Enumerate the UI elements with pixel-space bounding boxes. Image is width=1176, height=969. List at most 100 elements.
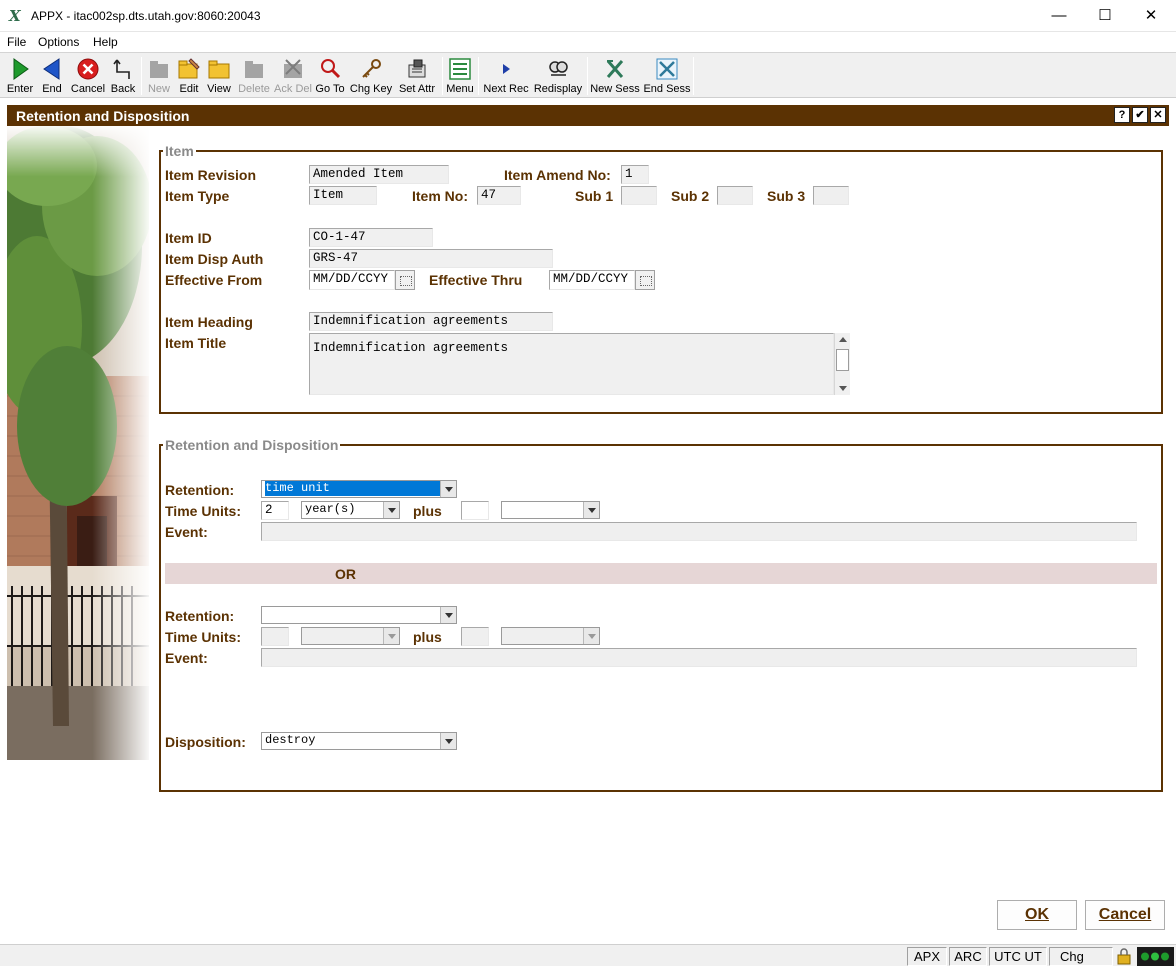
item-amend-no-field[interactable]: 1 [621, 165, 649, 184]
scroll-up-icon[interactable] [835, 333, 850, 347]
menu-help[interactable]: Help [93, 35, 118, 49]
chevron-down-icon[interactable] [440, 481, 456, 497]
change-key-icon [362, 59, 381, 78]
ok-button[interactable]: OK [997, 900, 1077, 930]
cancel-dialog-button[interactable]: Cancel [1085, 900, 1165, 930]
time-units-label-2: Time Units: [165, 629, 241, 645]
retention-select-2[interactable] [261, 606, 457, 624]
effective-from-label: Effective From [165, 272, 263, 288]
effective-thru-label: Effective Thru [429, 272, 523, 288]
goto-button[interactable]: Go To [314, 55, 346, 97]
plus-type-select-1[interactable] [501, 501, 600, 519]
item-heading-field[interactable]: Indemnification agreements [309, 312, 553, 331]
redisplay-icon [549, 61, 568, 76]
goto-magnifier-icon [321, 59, 341, 79]
retention-disposition-legend: Retention and Disposition [163, 437, 341, 453]
item-no-label: Item No: [412, 188, 468, 204]
next-record-button[interactable]: Next Rec [482, 55, 530, 97]
chevron-down-icon[interactable] [583, 502, 599, 518]
end-button[interactable]: End [38, 55, 66, 97]
item-no-field[interactable]: 47 [477, 186, 521, 205]
status-apx: APX [907, 947, 947, 966]
minimize-button[interactable]: — [1036, 0, 1082, 31]
appx-logo-icon: X [9, 7, 21, 25]
plus-label-2: plus [413, 629, 442, 645]
plus-type-select-2[interactable] [501, 627, 600, 645]
event-field-1[interactable] [261, 522, 1137, 541]
view-button[interactable]: View [205, 55, 233, 97]
item-id-field[interactable]: CO-1-47 [309, 228, 433, 247]
set-attr-button[interactable]: Set Attr [396, 55, 438, 97]
chevron-down-icon[interactable] [383, 502, 399, 518]
ack-delete-button[interactable]: Ack Del [274, 55, 312, 97]
sub1-label: Sub 1 [575, 188, 614, 204]
new-session-button[interactable]: New Sess [590, 55, 640, 97]
calendar-icon[interactable] [395, 270, 415, 290]
set-attr-icon [408, 59, 426, 78]
effective-from-field[interactable]: MM/DD/CCYY [309, 270, 395, 290]
item-type-field[interactable]: Item [309, 186, 377, 205]
end-session-button[interactable]: End Sess [643, 55, 691, 97]
accept-button[interactable]: ✔ [1132, 107, 1148, 123]
disposition-label: Disposition: [165, 734, 246, 750]
chevron-down-icon[interactable] [440, 607, 456, 623]
time-units-field-1[interactable]: 2 [261, 501, 289, 520]
view-folder-icon [208, 60, 230, 79]
close-form-button[interactable]: ✕ [1150, 107, 1166, 123]
help-button[interactable]: ? [1114, 107, 1130, 123]
event-label: Event: [165, 524, 208, 540]
status-bar: APX ARC UTC UT Chg [0, 944, 1176, 966]
disposition-select[interactable]: destroy [261, 732, 457, 750]
time-unit-type-select-2[interactable] [301, 627, 400, 645]
scroll-down-icon[interactable] [835, 381, 850, 395]
effective-thru-field[interactable]: MM/DD/CCYY [549, 270, 635, 290]
toolbar-separator [442, 57, 443, 95]
plus-field-2[interactable] [461, 627, 489, 646]
new-button[interactable]: New [145, 55, 173, 97]
edit-button[interactable]: Edit [175, 55, 203, 97]
item-revision-field[interactable]: Amended Item [309, 165, 449, 184]
close-window-button[interactable]: ✕ [1128, 0, 1174, 31]
enter-button[interactable]: Enter [4, 55, 36, 97]
calendar-icon[interactable] [635, 270, 655, 290]
side-photo [7, 126, 149, 760]
form-header: Retention and Disposition ? ✔ ✕ [7, 105, 1169, 126]
building-tree-photo-icon [7, 126, 149, 760]
menu-button[interactable]: Menu [445, 55, 475, 97]
menu-options[interactable]: Options [38, 35, 79, 49]
item-group-legend: Item [163, 143, 196, 159]
retention-select-1[interactable]: time unit [261, 480, 457, 498]
retention-label: Retention: [165, 482, 235, 498]
disposition-select-value: destroy [265, 733, 316, 747]
item-id-label: Item ID [165, 230, 212, 246]
menu-icon [449, 58, 471, 80]
change-key-button[interactable]: Chg Key [349, 55, 393, 97]
event-field-2[interactable] [261, 648, 1137, 667]
chevron-down-icon[interactable] [583, 628, 599, 644]
scroll-thumb[interactable] [836, 349, 849, 371]
time-units-field-2[interactable] [261, 627, 289, 646]
sub2-field[interactable] [717, 186, 753, 205]
new-icon [150, 61, 168, 78]
delete-button[interactable]: Delete [236, 55, 272, 97]
new-session-icon [606, 60, 624, 78]
back-icon [113, 59, 130, 79]
redisplay-button[interactable]: Redisplay [532, 55, 584, 97]
plus-field-1[interactable] [461, 501, 489, 520]
maximize-button[interactable]: ☐ [1082, 0, 1128, 31]
time-unit-type-select-1[interactable]: year(s) [301, 501, 400, 519]
item-title-scrollbar[interactable] [834, 333, 850, 395]
item-title-textarea[interactable]: Indemnification agreements [309, 333, 834, 395]
menu-file[interactable]: File [7, 35, 26, 49]
ack-delete-icon [284, 59, 302, 78]
chevron-down-icon[interactable] [383, 628, 399, 644]
sub3-field[interactable] [813, 186, 849, 205]
back-button[interactable]: Back [108, 55, 138, 97]
sub1-field[interactable] [621, 186, 657, 205]
toolbar-separator [478, 57, 479, 95]
enter-arrow-icon [13, 58, 29, 80]
chevron-down-icon[interactable] [440, 733, 456, 749]
edit-folder-icon [178, 58, 200, 79]
cancel-button[interactable]: Cancel [70, 55, 106, 97]
item-disp-auth-field[interactable]: GRS-47 [309, 249, 553, 268]
